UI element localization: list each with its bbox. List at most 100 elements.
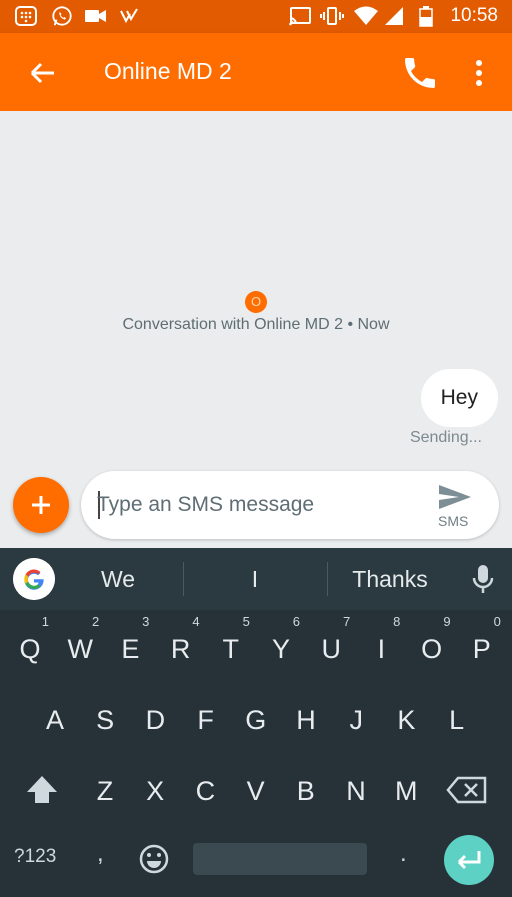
- key-f[interactable]: F: [181, 691, 231, 749]
- key-hint: 4: [192, 614, 200, 629]
- message-status: Sending...: [409, 429, 482, 446]
- suggestion-3[interactable]: Thanks: [340, 566, 440, 593]
- tick-notification-icon: [120, 8, 138, 24]
- plus-icon: [32, 496, 50, 514]
- whatsapp-icon: [52, 6, 72, 26]
- key-e[interactable]: E3: [105, 614, 155, 678]
- send-sms-label: SMS: [438, 513, 469, 529]
- symbols-key[interactable]: ?123: [14, 846, 56, 868]
- key-q[interactable]: Q1: [5, 614, 55, 678]
- key-label: C: [195, 776, 216, 806]
- key-label: P: [472, 634, 491, 664]
- key-label: R: [170, 634, 191, 664]
- vibrate-icon: [320, 7, 344, 25]
- key-label: J: [349, 705, 363, 735]
- key-label: L: [449, 705, 465, 735]
- key-j[interactable]: J: [331, 691, 381, 749]
- period-key[interactable]: .: [400, 840, 407, 868]
- battery-icon: [419, 6, 433, 27]
- key-label: U: [321, 634, 341, 664]
- separator: [327, 562, 328, 596]
- key-s[interactable]: S: [80, 691, 130, 749]
- enter-arrow-icon: [457, 851, 481, 870]
- key-label: N: [346, 776, 366, 806]
- emoji-icon[interactable]: [137, 842, 171, 876]
- video-camera-icon: [85, 10, 106, 22]
- key-v[interactable]: V: [231, 762, 281, 820]
- key-label: V: [246, 776, 265, 806]
- key-label: E: [121, 634, 140, 664]
- back-arrow-icon[interactable]: [22, 53, 62, 93]
- key-label: S: [96, 705, 115, 735]
- phone-call-icon[interactable]: [400, 53, 440, 93]
- add-attachment-button[interactable]: [13, 477, 69, 533]
- key-w[interactable]: W2: [55, 614, 105, 678]
- key-p[interactable]: P0: [457, 614, 507, 678]
- key-k[interactable]: K: [381, 691, 431, 749]
- key-label: H: [296, 705, 316, 735]
- key-label: B: [296, 776, 315, 806]
- key-label: Q: [19, 634, 41, 664]
- microphone-icon[interactable]: [470, 562, 496, 596]
- key-label: K: [397, 705, 416, 735]
- key-hint: 2: [91, 614, 100, 629]
- enter-key[interactable]: [444, 835, 494, 885]
- key-g[interactable]: G: [231, 691, 281, 749]
- suggestion-2[interactable]: I: [230, 566, 280, 593]
- suggestion-1[interactable]: We: [82, 566, 154, 593]
- contact-avatar: O: [245, 291, 267, 313]
- key-hint: 8: [393, 614, 401, 629]
- key-y[interactable]: Y6: [256, 614, 306, 678]
- key-hint: 7: [342, 614, 351, 629]
- key-b[interactable]: B: [281, 762, 331, 820]
- key-l[interactable]: L: [432, 691, 482, 749]
- key-o[interactable]: O9: [407, 614, 457, 678]
- key-n[interactable]: N: [331, 762, 381, 820]
- key-z[interactable]: Z: [80, 762, 130, 820]
- message-input[interactable]: [97, 489, 417, 521]
- key-label: W: [67, 634, 93, 664]
- key-label: O: [421, 634, 443, 664]
- key-r[interactable]: R4: [156, 614, 206, 678]
- key-t[interactable]: T5: [206, 614, 256, 678]
- key-c[interactable]: C: [180, 762, 230, 820]
- key-d[interactable]: D: [130, 691, 180, 749]
- status-bar: 10:58: [0, 0, 512, 33]
- google-icon[interactable]: [13, 558, 55, 600]
- cast-icon: [289, 7, 311, 26]
- comma-key[interactable]: ,: [97, 840, 104, 868]
- key-hint: 1: [41, 614, 49, 629]
- key-label: X: [146, 776, 165, 806]
- key-label: T: [222, 634, 240, 664]
- key-label: G: [245, 705, 267, 735]
- suggestion-bar: We I Thanks: [0, 548, 512, 610]
- overflow-menu-icon[interactable]: [466, 53, 492, 93]
- key-hint: 0: [493, 614, 501, 629]
- key-hint: 5: [242, 614, 250, 629]
- key-x[interactable]: X: [130, 762, 180, 820]
- key-a[interactable]: A: [30, 691, 80, 749]
- status-clock: 10:58: [450, 5, 498, 26]
- conversation-title: Online MD 2: [104, 58, 232, 84]
- outgoing-message-bubble[interactable]: Hey: [420, 369, 498, 427]
- compose-box: SMS: [81, 471, 499, 539]
- wifi-icon: [354, 6, 378, 25]
- key-hint: 3: [142, 614, 150, 629]
- key-label: D: [145, 705, 166, 735]
- key-i[interactable]: I8: [356, 614, 406, 678]
- key-hint: 6: [292, 614, 300, 629]
- space-key[interactable]: [193, 843, 367, 875]
- key-m[interactable]: M: [381, 762, 431, 820]
- conversation-info: Conversation with Online MD 2 • Now: [122, 316, 390, 333]
- key-h[interactable]: H: [281, 691, 331, 749]
- key-label: A: [45, 705, 64, 735]
- backspace-key-icon[interactable]: [443, 761, 493, 819]
- key-hint: 9: [443, 614, 451, 629]
- key-u[interactable]: U7: [306, 614, 356, 678]
- key-label: Z: [96, 776, 114, 806]
- key-label: F: [197, 705, 214, 735]
- key-label: I: [377, 634, 386, 664]
- shift-key-icon[interactable]: [17, 761, 67, 819]
- dialpad-notification-icon: [15, 6, 37, 26]
- separator: [183, 562, 184, 596]
